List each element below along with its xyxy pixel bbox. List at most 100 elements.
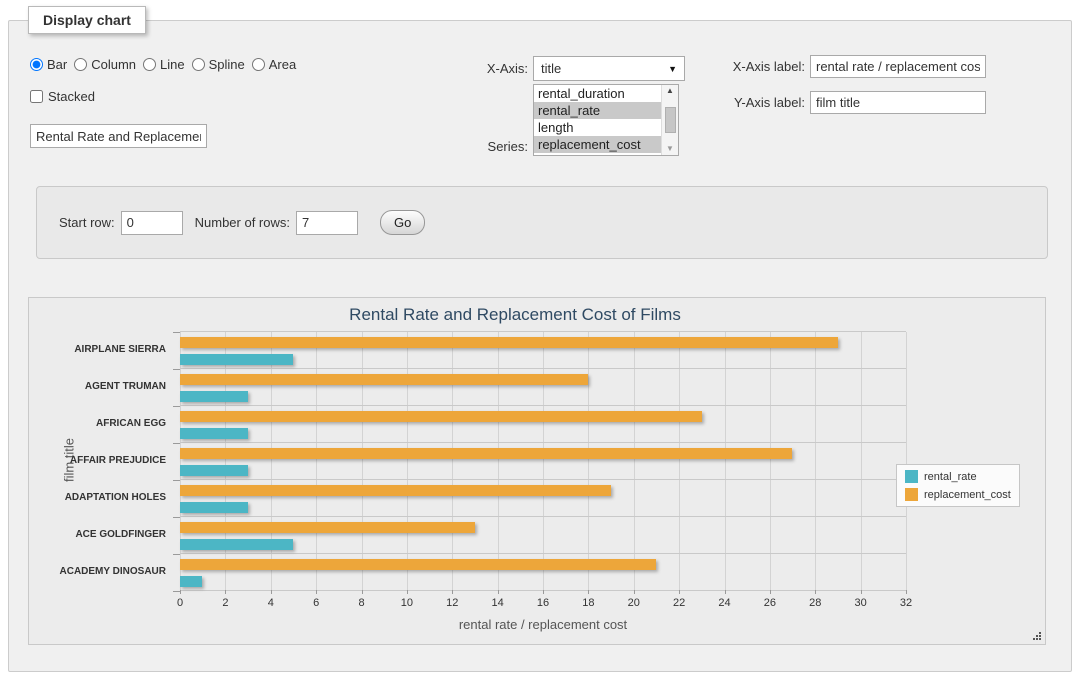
x-tick-label: 14	[492, 597, 504, 609]
x-tick-label: 10	[401, 597, 413, 609]
legend-swatch	[905, 470, 918, 483]
bar-rental_rate	[180, 502, 248, 513]
x-tick-label: 22	[673, 597, 685, 609]
x-axis-tick	[588, 590, 589, 594]
rows-panel: Start row: Number of rows: Go	[36, 186, 1048, 259]
go-button[interactable]: Go	[380, 210, 425, 235]
x-axis-tick	[362, 590, 363, 594]
x-tick-label: 32	[900, 597, 912, 609]
bar-replacement_cost	[180, 522, 475, 533]
chart-title: Rental Rate and Replacement Cost of Film…	[152, 305, 878, 325]
x-axis-tick	[679, 590, 680, 594]
x-axis-tick	[180, 590, 181, 594]
chart-type-radio-bar[interactable]	[30, 58, 43, 71]
x-axis-row: X-Axis: title ▼	[440, 56, 685, 81]
series-option-length[interactable]: length	[534, 119, 661, 136]
x-axis-label-caption: X-Axis label:	[715, 59, 810, 74]
legend-item-rental_rate[interactable]: rental_rate	[905, 470, 1011, 483]
series-listbox[interactable]: rental_durationrental_ratelengthreplacem…	[533, 84, 679, 156]
stacked-checkbox[interactable]	[30, 90, 43, 103]
bar-rental_rate	[180, 465, 248, 476]
chart-type-option-area[interactable]: Area	[252, 57, 296, 72]
display-chart-page: Display chart Bar Column Line Spline Area St…	[0, 0, 1081, 681]
x-axis-tick	[634, 590, 635, 594]
x-axis-ticks: 02468101214161820222426283032	[180, 590, 906, 616]
x-axis-title: rental rate / replacement cost	[180, 617, 906, 632]
y-axis-label-row: Y-Axis label:	[715, 91, 986, 114]
x-axis-select-value: title	[541, 61, 561, 76]
x-axis-tick	[906, 590, 907, 594]
chart-type-radio-spline[interactable]	[192, 58, 205, 71]
x-axis-tick	[770, 590, 771, 594]
chart-type-option-column[interactable]: Column	[74, 57, 136, 72]
series-scrollbar[interactable]: ▲ ▼	[661, 85, 678, 155]
chart-container: Rental Rate and Replacement Cost of Film…	[28, 297, 1046, 645]
fieldset-legend: Display chart	[28, 6, 146, 34]
y-axis-tick	[173, 443, 180, 444]
chart-type-radio-area[interactable]	[252, 58, 265, 71]
x-axis-tick	[271, 590, 272, 594]
y-axis-tick	[173, 369, 180, 370]
y-axis-category-labels: AIRPLANE SIERRAAGENT TRUMANAFRICAN EGGAF…	[29, 331, 173, 590]
y-axis-tick	[173, 406, 180, 407]
x-axis-select[interactable]: title ▼	[533, 56, 685, 81]
scroll-up-icon[interactable]: ▲	[666, 87, 674, 95]
category-band	[180, 406, 906, 443]
chart-type-option-bar[interactable]: Bar	[30, 57, 67, 72]
x-tick-label: 28	[809, 597, 821, 609]
category-band	[180, 480, 906, 517]
x-axis-label-input[interactable]	[810, 55, 986, 78]
x-axis-label-row: X-Axis label:	[715, 55, 986, 78]
chart-type-radio-column[interactable]	[74, 58, 87, 71]
scrollbar-thumb[interactable]	[665, 107, 676, 133]
series-option-replacement_cost[interactable]: replacement_cost	[534, 136, 661, 153]
legend-label: replacement_cost	[924, 489, 1011, 501]
x-tick-label: 12	[446, 597, 458, 609]
category-label: AGENT TRUMAN	[29, 368, 173, 405]
category-label: AFFAIR PREJUDICE	[29, 442, 173, 479]
series-option-rental_rate[interactable]: rental_rate	[534, 102, 661, 119]
chart-type-radio-line[interactable]	[143, 58, 156, 71]
resize-grip-icon[interactable]	[1032, 631, 1042, 641]
category-band	[180, 369, 906, 406]
bar-replacement_cost	[180, 374, 588, 385]
y-axis-tick	[173, 517, 180, 518]
x-tick-label: 24	[718, 597, 730, 609]
chart-title-input[interactable]	[30, 124, 207, 148]
start-row-input[interactable]	[121, 211, 183, 235]
y-axis-label-caption: Y-Axis label:	[715, 95, 810, 110]
category-band	[180, 554, 906, 591]
x-tick-label: 2	[222, 597, 228, 609]
series-options: rental_durationrental_ratelengthreplacem…	[534, 85, 661, 155]
x-axis-tick	[815, 590, 816, 594]
x-tick-label: 8	[358, 597, 364, 609]
bar-replacement_cost	[180, 485, 611, 496]
bar-replacement_cost	[180, 411, 702, 422]
num-rows-input[interactable]	[296, 211, 358, 235]
chart-type-option-spline[interactable]: Spline	[192, 57, 245, 72]
category-label: AIRPLANE SIERRA	[29, 331, 173, 368]
series-option-rental_duration[interactable]: rental_duration	[534, 85, 661, 102]
category-band	[180, 332, 906, 369]
scroll-down-icon[interactable]: ▼	[666, 145, 674, 153]
category-label: ACADEMY DINOSAUR	[29, 553, 173, 590]
y-axis-tick	[173, 332, 180, 333]
x-axis-tick	[861, 590, 862, 594]
bar-rental_rate	[180, 539, 293, 550]
x-tick-label: 18	[582, 597, 594, 609]
chart-type-option-line[interactable]: Line	[143, 57, 185, 72]
chart-type-radios: Bar Column Line Spline Area	[30, 57, 303, 72]
category-label: AFRICAN EGG	[29, 405, 173, 442]
category-label: ACE GOLDFINGER	[29, 516, 173, 553]
x-axis-tick	[498, 590, 499, 594]
stacked-option[interactable]: Stacked	[30, 89, 95, 104]
bar-rental_rate	[180, 428, 248, 439]
x-axis-tick	[543, 590, 544, 594]
chart-legend: rental_rate replacement_cost	[896, 464, 1020, 507]
y-axis-label-input[interactable]	[810, 91, 986, 114]
x-tick-label: 4	[268, 597, 274, 609]
x-axis-tick	[725, 590, 726, 594]
x-axis-caption: X-Axis:	[440, 61, 533, 76]
num-rows-label: Number of rows:	[195, 215, 290, 230]
legend-item-replacement_cost[interactable]: replacement_cost	[905, 488, 1011, 501]
